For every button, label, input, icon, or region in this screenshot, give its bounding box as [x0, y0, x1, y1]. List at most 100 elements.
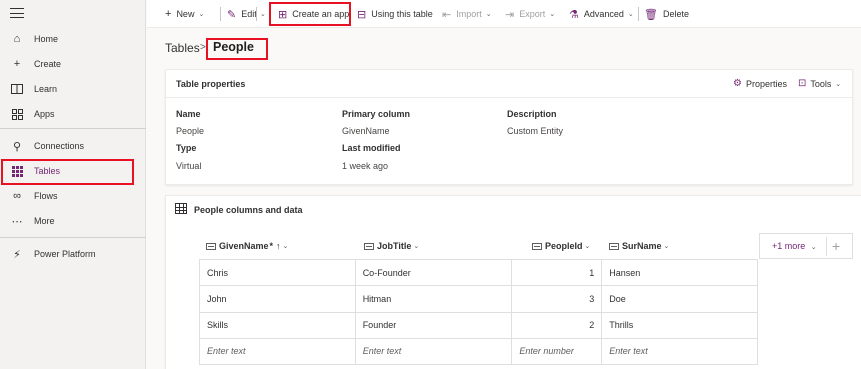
flows-icon: ∞ [13, 190, 21, 202]
sidebar-item-label: Flows [34, 191, 58, 201]
sidebar-item-label: Create [34, 59, 62, 69]
plus-icon: + [13, 58, 21, 70]
edit-button[interactable]: ✎ Edit [227, 0, 257, 28]
sidebar-item-connections[interactable]: ⚲ Connections [0, 134, 146, 158]
table-cell[interactable]: Doe [601, 285, 758, 313]
table-row[interactable]: Chris Co-Founder 1 Hansen [199, 258, 758, 287]
hamburger-menu-icon[interactable] [10, 6, 24, 20]
command-bar: + New ⌄ ✎ Edit ⌄ ⊞ Create an app ⊟ Using… [147, 0, 861, 28]
properties-button[interactable]: ⚙ Properties [733, 78, 787, 89]
table-cell[interactable]: Thrills [601, 311, 758, 339]
column-header-label: JobTitle [377, 241, 412, 251]
export-button[interactable]: ⇥ Export ⌄ [505, 0, 555, 28]
sidebar-item-home[interactable]: ⌂ Home [0, 27, 146, 51]
sidebar-item-create[interactable]: + Create [0, 52, 146, 76]
table-cell[interactable]: 3 [511, 285, 603, 313]
advanced-label: Advanced [583, 9, 624, 19]
description-value: Custom Entity [507, 126, 564, 136]
home-icon: ⌂ [13, 33, 21, 45]
sidebar-item-label: Connections [34, 141, 85, 151]
chevron-down-icon: ⌄ [663, 243, 670, 250]
required-marker: * [269, 241, 274, 251]
edit-label: Edit [241, 9, 257, 19]
sidebar-item-more[interactable]: ⋯ More [0, 209, 146, 233]
primary-column-label: Primary column [342, 109, 411, 119]
breadcrumb-tables-link[interactable]: Tables [165, 41, 200, 55]
table-cell[interactable]: 1 [511, 258, 603, 287]
new-button[interactable]: + New ⌄ [165, 0, 204, 28]
sort-ascending-icon: ↑ [276, 241, 281, 251]
sidebar-item-label: Power Platform [34, 249, 96, 259]
properties-label: Properties [745, 78, 787, 89]
tools-label: Tools [810, 78, 832, 89]
table-cell[interactable]: Hansen [601, 258, 758, 287]
using-this-table-button[interactable]: ⊟ Using this table [357, 0, 433, 28]
chevron-down-icon: ⌄ [810, 244, 817, 251]
table-cell[interactable]: 2 [511, 311, 603, 339]
edit-dropdown-button[interactable]: ⌄ [260, 0, 266, 28]
more-columns-button[interactable]: +1 more ⌄ [772, 241, 817, 251]
new-row-input[interactable]: Enter text [601, 337, 758, 366]
add-column-button[interactable]: + [832, 237, 840, 255]
plus-icon: + [165, 8, 172, 20]
sidebar-item-label: Learn [34, 84, 58, 94]
import-label: Import [456, 9, 482, 19]
create-app-label: Create an app [292, 9, 350, 19]
column-header-label: SurName [622, 241, 662, 251]
text-type-icon [206, 242, 216, 250]
new-row[interactable]: Enter text Enter text Enter number Enter… [199, 337, 758, 366]
toolbar-divider [638, 7, 639, 21]
column-header-givenname[interactable]: GivenName * ↑ ⌄ [206, 238, 288, 254]
new-row-input[interactable]: Enter number [511, 337, 603, 366]
column-header-surname[interactable]: SurName ⌄ [609, 238, 669, 254]
breadcrumb-separator: > [200, 42, 206, 53]
sidebar-item-flows[interactable]: ∞ Flows [0, 184, 146, 208]
table-row[interactable]: John Hitman 3 Doe [199, 285, 758, 313]
sidebar-item-label: Home [34, 34, 59, 44]
table-cell[interactable]: Founder [354, 311, 513, 339]
table-cell[interactable]: Skills [199, 311, 356, 339]
advanced-tools-icon: ⚗ [569, 8, 579, 21]
delete-label: Delete [662, 9, 689, 19]
advanced-button[interactable]: ⚗ Advanced ⌄ [569, 0, 634, 28]
gear-icon: ⚙ [733, 78, 742, 89]
sidebar-item-power-platform[interactable]: ⚡ Power Platform [0, 242, 146, 266]
chevron-down-icon: ⌄ [584, 243, 591, 250]
number-type-icon [532, 242, 542, 250]
table-properties-card: Table properties ⚙ Properties ⊡ Tools ⌄ … [165, 69, 853, 185]
book-icon [10, 82, 24, 96]
sidebar-item-learn[interactable]: Learn [0, 77, 146, 101]
power-platform-icon: ⚡ [13, 248, 21, 261]
table-link-icon: ⊟ [357, 8, 367, 21]
table-cell[interactable]: Hitman [354, 285, 513, 313]
table-grid-icon [175, 203, 187, 214]
import-button[interactable]: ⇤ Import ⌄ [442, 0, 492, 28]
column-header-jobtitle[interactable]: JobTitle ⌄ [364, 238, 419, 254]
new-row-input[interactable]: Enter text [354, 337, 513, 366]
new-row-input[interactable]: Enter text [199, 337, 356, 366]
table-cell[interactable]: Co-Founder [354, 258, 513, 287]
sidebar-item-apps[interactable]: Apps [0, 102, 146, 126]
type-label: Type [176, 143, 197, 153]
app-icon: ⊞ [278, 8, 288, 21]
card-title: People columns and data [194, 205, 303, 215]
table-cell[interactable]: John [199, 285, 356, 313]
card-title: Table properties [176, 79, 246, 89]
last-modified-value: 1 week ago [342, 161, 389, 171]
chevron-down-icon: ⌄ [413, 243, 420, 250]
table-cell[interactable]: Chris [199, 258, 356, 287]
type-value: Virtual [176, 161, 202, 171]
column-header-peopleid[interactable]: PeopleId ⌄ [532, 238, 590, 254]
tools-button[interactable]: ⊡ Tools ⌄ [798, 78, 841, 89]
sidebar-item-label: More [34, 216, 55, 226]
chevron-down-icon: ⌄ [260, 11, 266, 18]
delete-button[interactable]: 🗑 Delete [644, 0, 689, 28]
import-arrow-icon: ⇤ [442, 8, 452, 21]
column-header-label: GivenName [219, 241, 269, 251]
sidebar-item-label: Tables [34, 166, 61, 176]
table-row[interactable]: Skills Founder 2 Thrills [199, 311, 758, 339]
sidebar-item-tables[interactable]: Tables [0, 159, 146, 183]
text-type-icon [609, 242, 619, 250]
create-app-button[interactable]: ⊞ Create an app [278, 0, 349, 28]
toolbox-icon: ⊡ [798, 78, 807, 89]
